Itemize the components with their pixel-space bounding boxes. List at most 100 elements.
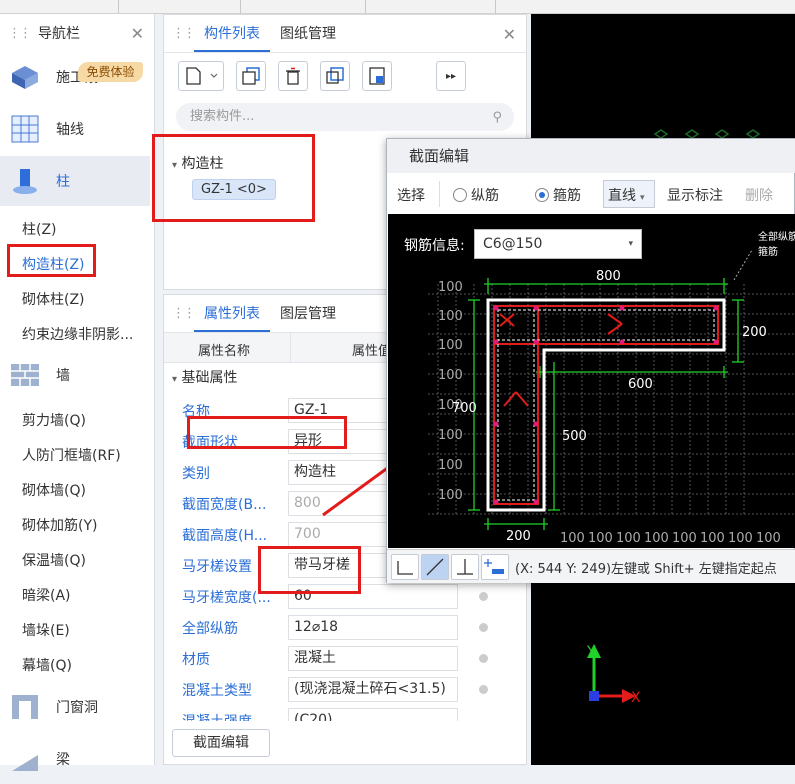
y-axis-label: Y — [586, 644, 596, 660]
property-name: 截面高度(H... — [182, 528, 268, 544]
section-label: 基础属性 — [181, 370, 238, 386]
nav-item-masonry-column[interactable]: 砌体柱(Z) — [22, 289, 85, 309]
nav-item-constraint-edge[interactable]: 约束边缘非阴影... — [22, 324, 133, 344]
nav-item-insulation-wall[interactable]: 保温墙(Q) — [22, 550, 86, 570]
close-icon[interactable]: ✕ — [503, 25, 516, 44]
rebar-info-value: C6@150 — [483, 236, 543, 252]
chevron-down-icon: ▾ — [628, 239, 633, 249]
highlight-box-construction-column — [7, 244, 96, 277]
delete-component-button[interactable] — [278, 61, 308, 91]
free-trial-badge[interactable]: 免费体验 — [78, 62, 143, 82]
perpendicular-button[interactable] — [451, 554, 479, 580]
grid-label: 100 — [616, 531, 641, 546]
nav-category-wall[interactable]: 墙 — [0, 350, 150, 400]
nav-category-beam[interactable]: 梁 — [0, 734, 150, 784]
drag-grip-icon[interactable]: ⋮⋮ — [172, 26, 196, 41]
nav-category-label: 柱 — [56, 174, 70, 190]
diagonal-line-icon — [426, 558, 444, 576]
search-input[interactable]: 搜索构件... ⚲ — [176, 103, 514, 131]
longitudinal-radio[interactable]: 纵筋 — [453, 185, 499, 205]
nav-item-wall-pier[interactable]: 墙垛(E) — [22, 620, 70, 640]
new-component-button[interactable] — [178, 61, 224, 91]
axis-indicator: Y X — [586, 644, 641, 706]
property-name: 混凝土强度 — [182, 711, 277, 721]
nav-item-civil-defense-wall[interactable]: 人防门框墙(RF) — [22, 445, 121, 465]
line-type-dropdown[interactable]: 直线 ▾ — [603, 180, 655, 208]
close-icon[interactable]: ✕ — [131, 24, 144, 43]
door-window-icon — [8, 692, 42, 722]
dim-mid: 600 — [628, 377, 653, 392]
divider — [495, 0, 496, 13]
x-axis-label: X — [631, 690, 641, 706]
drag-grip-icon[interactable]: ⋮⋮ — [172, 306, 196, 321]
status-dot — [479, 623, 488, 632]
nav-item-column-z[interactable]: 柱(Z) — [22, 219, 57, 239]
coordinate-status: (X: 544 Y: 249)左键或 Shift+ 左键指定起点 — [515, 562, 777, 577]
highlight-box-component — [152, 134, 315, 222]
rebar-info-select[interactable]: C6@150 ▾ — [474, 229, 642, 259]
property-name: 类别 — [182, 466, 210, 482]
line-mode-button[interactable] — [421, 554, 449, 580]
grid-label: 100 — [438, 368, 463, 383]
navigation-panel: ⋮⋮ 导航栏 ✕ 施工段 轴线 柱 柱(Z) 构造柱(Z) 砌体柱(Z) 约束边… — [0, 14, 155, 771]
ortho-mode-button[interactable] — [391, 554, 419, 580]
expand-more-button[interactable]: ▸▸ — [436, 61, 466, 91]
tab-layer-management[interactable]: 图层管理 — [270, 296, 346, 332]
section-basic-properties[interactable]: ▾ 基础属性 — [172, 367, 237, 387]
delete-button[interactable]: 删除 — [745, 185, 773, 205]
select-button[interactable]: 选择 — [397, 185, 425, 205]
status-dot — [479, 654, 488, 663]
section-edit-button[interactable]: 截面编辑 — [172, 729, 270, 757]
property-value-input[interactable]: 混凝土 — [288, 646, 458, 671]
property-row: 混凝土类型 (现浇混凝土碎石<31.5) — [164, 674, 526, 705]
show-label-button[interactable]: 显示标注 — [667, 185, 723, 205]
ortho-icon — [397, 561, 413, 575]
dim-top: 800 — [596, 269, 621, 284]
drag-grip-icon[interactable]: ⋮⋮ — [8, 26, 32, 41]
property-name: 混凝土类型 — [182, 683, 252, 699]
property-value-input[interactable]: (现浇混凝土碎石<31.5) — [288, 677, 458, 702]
column-header-name: 属性名称 — [198, 344, 251, 359]
grid-label: 100 — [438, 280, 463, 295]
snap-point-button[interactable] — [481, 554, 509, 580]
highlight-box-tooth-setting — [258, 546, 361, 594]
caret-down-icon: ▾ — [172, 374, 178, 385]
snap-icon — [484, 559, 504, 574]
nav-category-column[interactable]: 柱 — [0, 156, 150, 206]
nav-item-shear-wall[interactable]: 剪力墙(Q) — [22, 410, 86, 430]
dim-inner: 500 — [562, 429, 587, 444]
tab-drawing-management[interactable]: 图纸管理 — [270, 16, 346, 52]
grid-label: 100 — [438, 458, 463, 473]
section-edit-dialog: 截面编辑 选择 纵筋 箍筋 直线 ▾ 显示标注 删除 100 100 100 1… — [386, 138, 795, 583]
copy-component-button[interactable] — [236, 61, 266, 91]
layer-copy-button[interactable] — [320, 61, 350, 91]
stirrup-radio[interactable]: 箍筋 — [535, 185, 581, 205]
grid-label: 100 — [438, 488, 463, 503]
nav-item-hidden-beam[interactable]: 暗梁(A) — [22, 585, 71, 605]
nav-item-masonry-wall[interactable]: 砌体墙(Q) — [22, 480, 86, 500]
divider — [365, 0, 366, 13]
nav-item-curtain-wall[interactable]: 幕墙(Q) — [22, 655, 72, 675]
tab-component-list[interactable]: 构件列表 — [194, 16, 270, 52]
grid-label: 100 — [728, 531, 753, 546]
copy-icon — [242, 67, 260, 85]
property-row: 材质 混凝土 — [164, 643, 526, 674]
component-toolbar: ▸▸ — [178, 61, 466, 91]
nav-category-axis[interactable]: 轴线 — [0, 104, 150, 154]
column-icon — [8, 166, 42, 196]
section-canvas[interactable]: 100 100 100 100 100 100 100 100 100 100 … — [388, 214, 795, 548]
tab-property-list[interactable]: 属性列表 — [194, 296, 270, 332]
rebar-info-label: 钢筋信息: — [404, 238, 465, 254]
divider — [290, 333, 291, 363]
nav-item-masonry-rebar[interactable]: 砌体加筋(Y) — [22, 515, 97, 535]
grid-icon — [8, 114, 42, 144]
property-value-input[interactable]: (C20) — [288, 708, 458, 721]
property-value-input[interactable]: 12⌀18 — [288, 615, 458, 640]
search-icon[interactable]: ⚲ — [492, 104, 502, 132]
dropdown-value: 直线 — [608, 188, 636, 204]
top-toolbar-strip — [0, 0, 795, 14]
rebar-info: 钢筋信息: C6@150 ▾ — [404, 229, 644, 259]
floor-copy-button[interactable] — [362, 61, 392, 91]
nav-category-door-window[interactable]: 门窗洞 — [0, 682, 150, 732]
dialog-toolbar: 选择 纵筋 箍筋 直线 ▾ 显示标注 删除 — [387, 177, 795, 211]
